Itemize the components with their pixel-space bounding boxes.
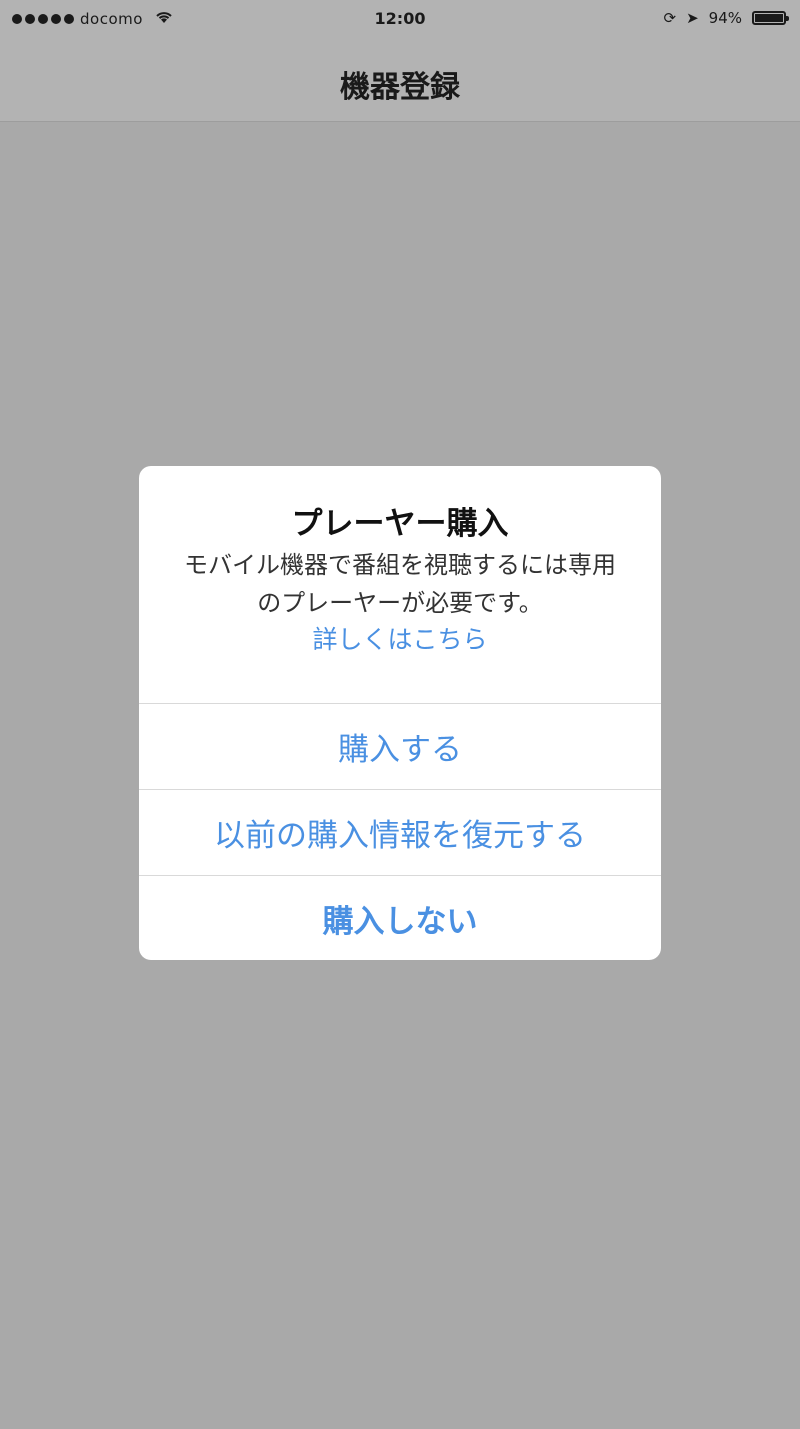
status-bar: docomo 12:00 ⟳ ➤ 94% (0, 0, 800, 40)
lock-rotation-icon: ⟳ (663, 9, 677, 27)
alert-message: モバイル機器で番組を視聴するには専用のプレーヤーが必要です。 (184, 551, 616, 617)
navigation-bar: 機器登録 (0, 40, 800, 122)
page-title: 機器登録 (340, 70, 460, 105)
alert-header: プレーヤー購入 モバイル機器で番組を視聴するには専用のプレーヤーが必要です。 詳… (139, 466, 661, 703)
battery-icon (752, 11, 789, 25)
do-not-purchase-button[interactable]: 購入しない (139, 875, 661, 960)
details-link[interactable]: 詳しくはこちら (139, 620, 661, 656)
location-icon: ➤ (686, 9, 699, 27)
restore-purchase-button[interactable]: 以前の購入情報を復元する (139, 789, 661, 875)
alert-title: プレーヤー購入 (291, 506, 509, 542)
battery-percent: 94% (708, 9, 742, 27)
status-right: ⟳ ➤ 94% (663, 9, 789, 27)
purchase-button[interactable]: 購入する (139, 703, 661, 789)
purchase-alert-dialog: プレーヤー購入 モバイル機器で番組を視聴するには専用のプレーヤーが必要です。 詳… (139, 466, 661, 960)
